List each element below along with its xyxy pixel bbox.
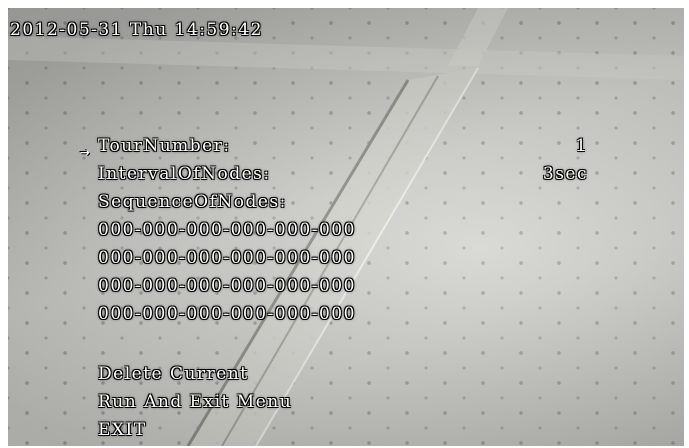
run-and-exit-menu-button[interactable]: Run And Exit Menu [98, 390, 292, 414]
tour-settings-menu: → TourNumber: 1 IntervalOfNodes: 3sec Se… [8, 8, 684, 446]
sequence-row-1[interactable]: 000-000-000-000-000-000 [98, 218, 356, 242]
delete-current-button[interactable]: Delete Current [98, 362, 249, 386]
interval-of-nodes-label[interactable]: IntervalOfNodes: [98, 162, 271, 186]
sequence-row-3[interactable]: 000-000-000-000-000-000 [98, 274, 356, 298]
exit-button[interactable]: EXIT [98, 418, 147, 442]
interval-of-nodes-value[interactable]: 3sec [528, 162, 588, 186]
sequence-of-nodes-label: SequenceOfNodes: [98, 192, 287, 212]
sequence-row-2[interactable]: 000-000-000-000-000-000 [98, 246, 356, 270]
camera-view: 2012-05-31 Thu 14:59:42 → TourNumber: 1 … [8, 8, 684, 446]
menu-pointer-icon: → [80, 142, 90, 161]
sequence-row-4[interactable]: 000-000-000-000-000-000 [98, 302, 356, 326]
tour-number-label[interactable]: TourNumber: [98, 134, 231, 158]
tour-number-value[interactable]: 1 [528, 134, 588, 158]
